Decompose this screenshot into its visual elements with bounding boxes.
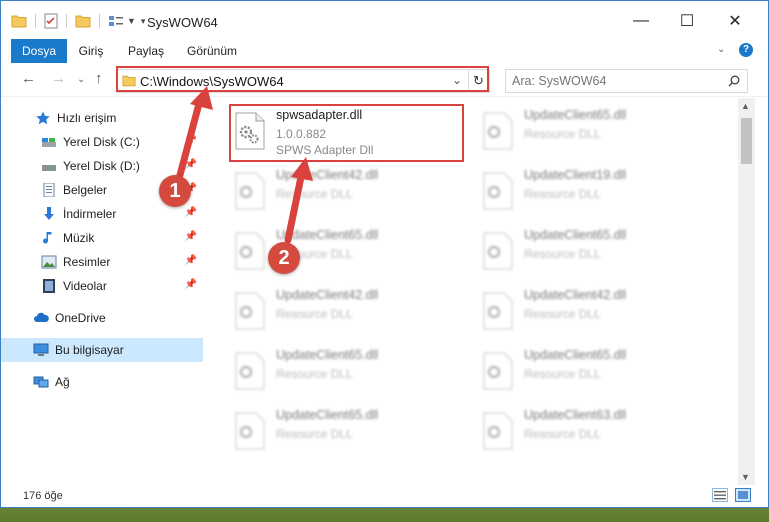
arrow-to-address-bar (176, 86, 213, 179)
step-1-badge: 1 (159, 175, 191, 207)
annotation-arrows (176, 86, 313, 244)
step-2-badge: 2 (268, 242, 300, 274)
arrow-to-file (284, 157, 313, 244)
